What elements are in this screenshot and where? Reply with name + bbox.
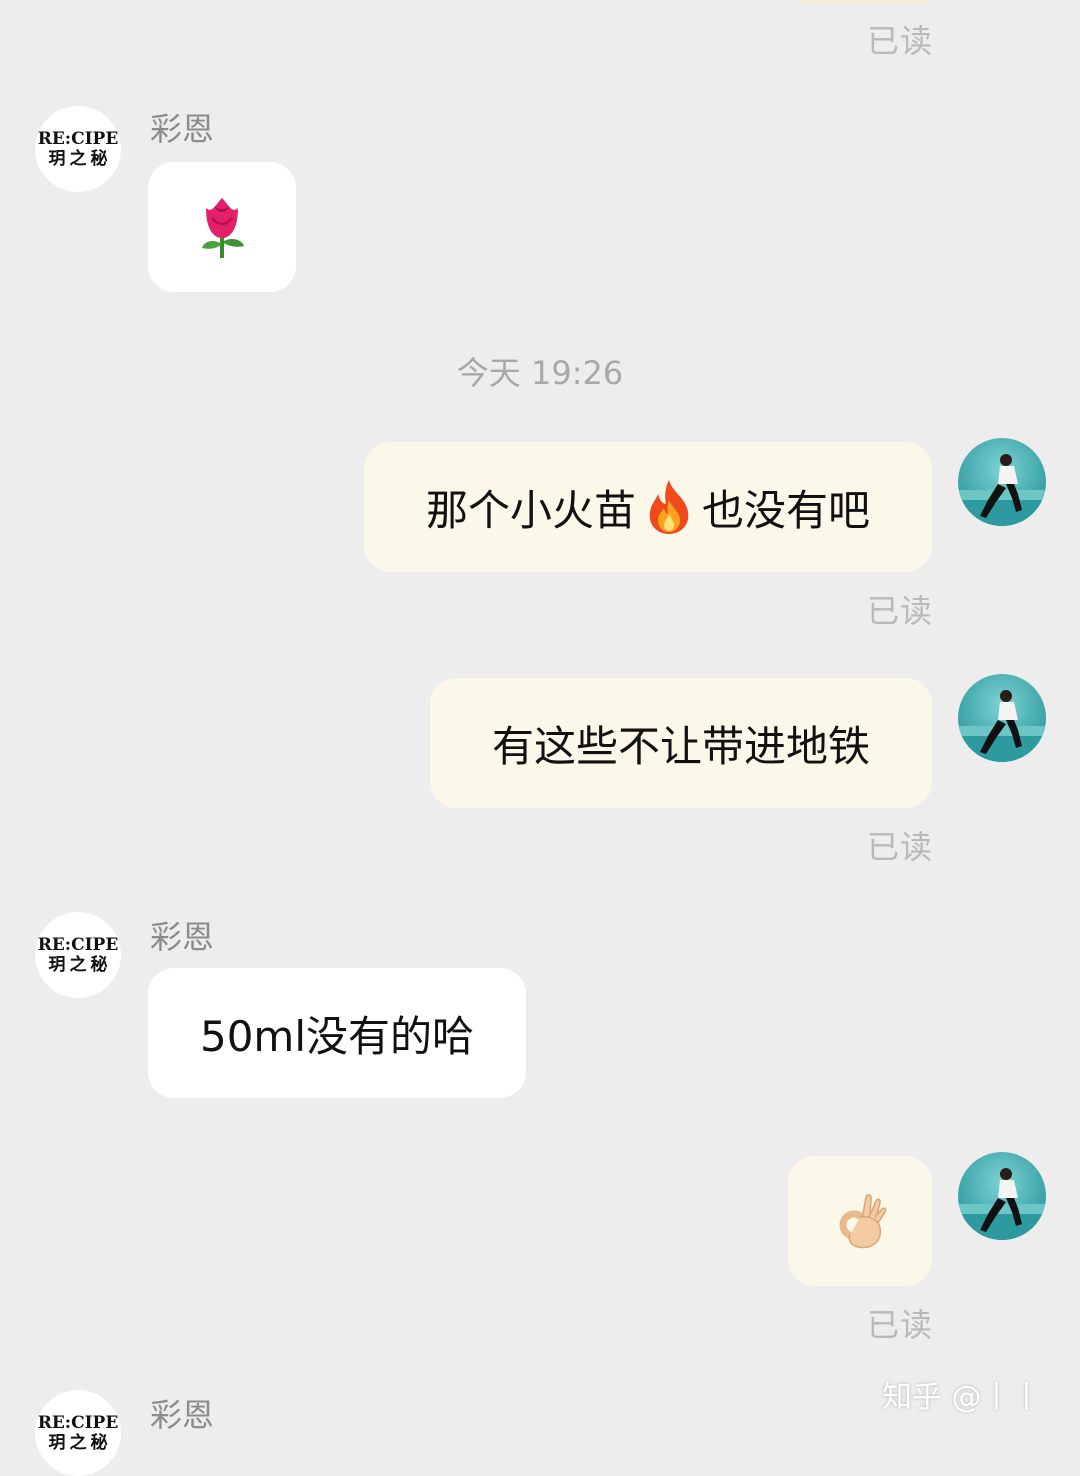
- message-text: 那个小火苗: [425, 485, 636, 535]
- message-bubble-outgoing[interactable]: 有这些不让带进地铁: [430, 678, 932, 808]
- user-avatar[interactable]: [958, 674, 1046, 762]
- message-text: 有这些不让带进地铁: [491, 721, 870, 771]
- brand-logo-subtext: 玥之秘: [48, 149, 112, 169]
- partial-message-bubble[interactable]: [800, 0, 930, 4]
- sender-name: 彩恩: [150, 918, 215, 956]
- brand-logo-text: RE:CIPE: [37, 129, 119, 149]
- ok-hand-emoji-icon: [839, 1194, 887, 1249]
- message-text: 50ml没有的哈: [199, 1011, 475, 1061]
- brand-logo-subtext: 玥之秘: [48, 955, 112, 975]
- message-bubble-incoming[interactable]: 50ml没有的哈: [148, 968, 526, 1098]
- contact-avatar[interactable]: RE:CIPE 玥之秘: [35, 1390, 121, 1476]
- brand-logo-subtext: 玥之秘: [48, 1433, 112, 1453]
- zhihu-watermark: 知乎 @丨丨: [882, 1380, 1042, 1415]
- contact-avatar[interactable]: RE:CIPE 玥之秘: [35, 912, 121, 998]
- message-text: 也没有吧: [702, 485, 871, 535]
- read-receipt: 已读: [866, 1306, 933, 1344]
- rose-emoji-icon: [202, 198, 244, 258]
- sender-name: 彩恩: [150, 110, 215, 148]
- read-receipt: 已读: [866, 592, 933, 630]
- user-avatar[interactable]: [958, 438, 1046, 526]
- user-photo-icon: [958, 1168, 1046, 1240]
- brand-logo-text: RE:CIPE: [37, 935, 119, 955]
- brand-logo-text: RE:CIPE: [37, 1413, 119, 1433]
- message-bubble-incoming[interactable]: [148, 162, 296, 292]
- read-receipt: 已读: [866, 828, 933, 866]
- read-receipt: 已读: [866, 22, 933, 60]
- user-avatar[interactable]: [958, 1152, 1046, 1240]
- user-photo-icon: [958, 454, 1046, 526]
- contact-avatar[interactable]: RE:CIPE 玥之秘: [35, 106, 121, 192]
- fire-emoji-icon: [649, 480, 689, 534]
- message-bubble-outgoing[interactable]: [788, 1156, 932, 1286]
- sender-name: 彩恩: [150, 1396, 215, 1434]
- message-bubble-outgoing[interactable]: 那个小火苗 也没有吧: [364, 442, 932, 572]
- user-photo-icon: [958, 690, 1046, 762]
- chat-timestamp: 今天 19:26: [456, 354, 624, 392]
